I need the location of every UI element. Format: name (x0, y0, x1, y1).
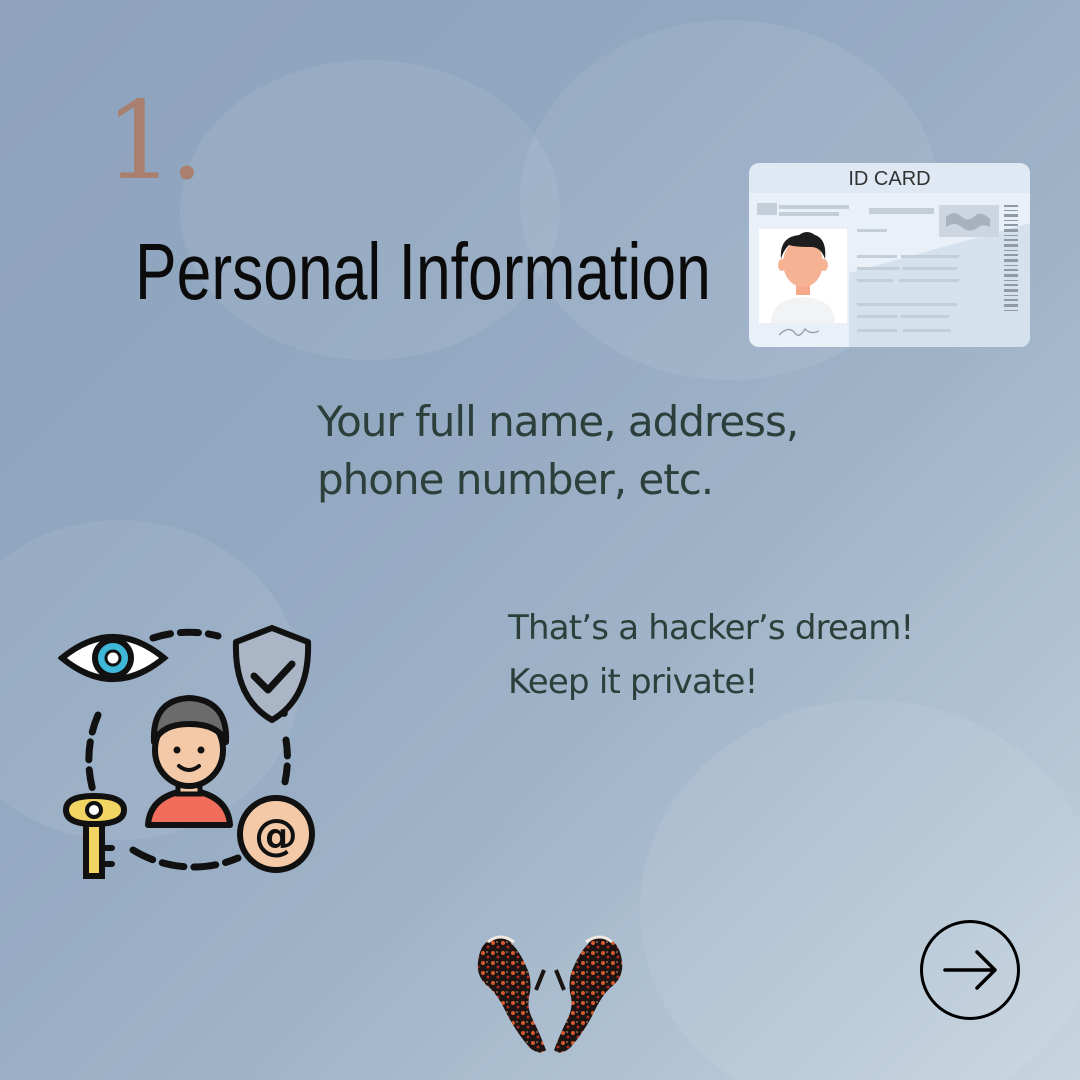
id-card-icon: ID CARD (749, 163, 1030, 347)
warning-note: That’s a hacker’s dream! Keep it private… (508, 601, 1008, 709)
eye-icon (57, 634, 169, 682)
brand-logo (470, 930, 630, 1060)
note-line: That’s a hacker’s dream! (508, 608, 914, 648)
next-button[interactable] (920, 920, 1020, 1020)
note-line: Keep it private! (508, 662, 758, 702)
key-icon (62, 792, 128, 879)
at-sign-icon: @ (237, 795, 315, 873)
background-shape (640, 700, 1080, 1080)
description: Your full name, address, phone number, e… (317, 393, 917, 509)
description-line: phone number, etc. (317, 455, 714, 504)
page-title: Personal Information (135, 227, 711, 316)
svg-text:@: @ (254, 810, 298, 861)
shield-check-icon (232, 625, 312, 723)
slide: 1. Personal Information ID CARD Your ful… (0, 0, 1080, 1080)
description-line: Your full name, address, (317, 397, 799, 446)
privacy-user-icon: @ (57, 620, 320, 882)
person-icon (145, 695, 233, 828)
arrow-right-icon (943, 950, 997, 990)
step-number: 1. (105, 79, 204, 204)
